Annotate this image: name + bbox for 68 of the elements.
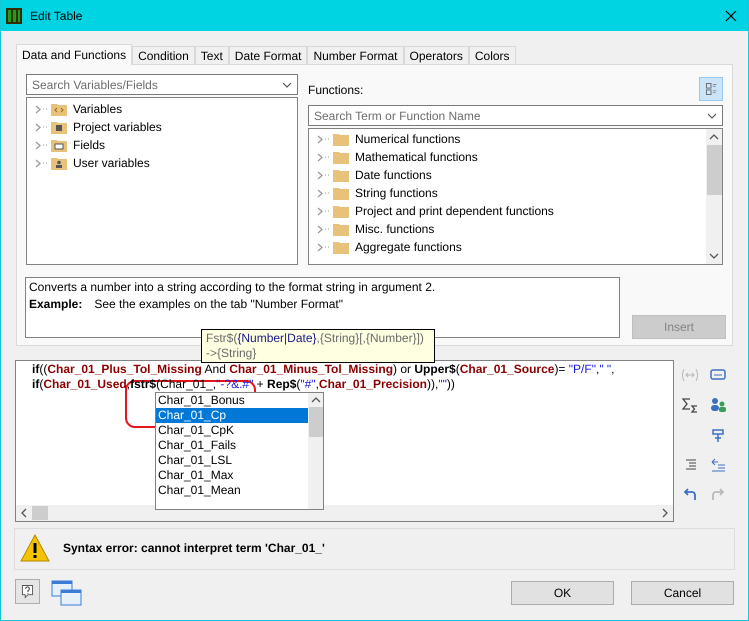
window-title: Edit Table (30, 8, 82, 24)
autocomplete-item[interactable]: Char_01_LSL (156, 453, 308, 468)
tree-item[interactable]: Variables (73, 100, 122, 118)
scroll-thumb[interactable] (706, 145, 722, 195)
folder-icon (333, 240, 349, 254)
users-icon[interactable] (708, 395, 728, 415)
folder-icon (51, 102, 67, 116)
scroll-up-icon[interactable] (709, 134, 719, 140)
tree-view-icon[interactable] (699, 77, 723, 101)
dialog-button[interactable]: OK (511, 581, 614, 605)
autocomplete-item[interactable]: Char_01_Bonus (156, 393, 308, 408)
error-message: Syntax error: cannot interpret term 'Char_01_' (63, 540, 325, 557)
folder-icon (333, 222, 349, 236)
tree-item[interactable]: Project and print dependent functions (355, 202, 554, 220)
autocomplete-list[interactable]: Char_01_Bonus Char_01_Cp Char_01_CpK Char_01_Fails Char_01_LSL Char_01_Max Char_01_Mean (155, 392, 324, 510)
folder-icon (333, 132, 349, 146)
dropdown-caret-icon[interactable] (282, 82, 292, 88)
tree-item[interactable]: Project variables (73, 118, 162, 136)
folder-icon (333, 186, 349, 200)
help-icon[interactable] (15, 579, 40, 604)
search-variables-field[interactable]: Search Variables/Fields (26, 74, 298, 95)
scrollbar[interactable] (308, 393, 323, 509)
folder-icon (51, 120, 67, 134)
tab[interactable]: Condition (132, 46, 195, 64)
autocomplete-item[interactable]: Char_01_Max (156, 468, 308, 483)
folder-icon (333, 150, 349, 164)
functions-label: Functions: (308, 82, 364, 99)
signature-tooltip: Fstr$({Number|Date},{String}[,{Number}]) ->{String} (201, 329, 435, 363)
tab[interactable]: Date Format (228, 46, 308, 64)
autocomplete-item[interactable]: Char_01_Mean (156, 483, 308, 498)
example-text: See the examples on the tab "Number Format" (94, 296, 344, 313)
warning-icon (19, 533, 51, 563)
tab[interactable]: Number Format (307, 46, 404, 64)
tree-item[interactable]: Aggregate functions (355, 238, 462, 256)
autocomplete-item[interactable]: Char_01_Fails (156, 438, 308, 453)
folder-icon (51, 156, 67, 170)
autocomplete-item[interactable]: Char_01_Cp (156, 408, 308, 423)
autocomplete-item[interactable]: Char_01_CpK (156, 423, 308, 438)
scroll-left-icon[interactable] (20, 508, 28, 518)
tab[interactable]: Data and Functions (16, 44, 132, 65)
dropdown-caret-icon[interactable] (707, 112, 717, 118)
tree-item[interactable]: Mathematical functions (355, 148, 478, 166)
tree-item[interactable]: Fields (73, 136, 106, 154)
folder-icon (333, 204, 349, 218)
folder-icon (333, 168, 349, 182)
folder-icon (51, 138, 67, 152)
tree-item[interactable]: String functions (355, 184, 438, 202)
code-line: if((Char_01_Plus_Tol_Missing And Char_01_Minus_Tol_Missing) or Upper$(Char_01_Source)= "P/F"," ", (32, 362, 616, 377)
scroll-down-icon[interactable] (709, 253, 719, 259)
dialog-button[interactable]: Cancel (631, 581, 734, 605)
horizontal-scrollbar[interactable] (16, 505, 673, 521)
tab[interactable]: Text (194, 46, 229, 64)
tree-item[interactable]: User variables (73, 154, 150, 172)
close-icon[interactable] (725, 10, 737, 22)
tab[interactable]: Operators (404, 46, 469, 64)
table-app-icon (6, 8, 22, 24)
search-functions-field[interactable]: Search Term or Function Name (308, 105, 723, 126)
example-label: Example: (29, 296, 82, 313)
scrollbar[interactable] (706, 129, 722, 264)
description-text: Converts a number into a string according to the format string in argument 2. (29, 279, 436, 296)
scroll-thumb[interactable] (308, 407, 322, 437)
tree-item[interactable]: Date functions (355, 166, 432, 184)
scroll-thumb[interactable] (32, 506, 48, 520)
scroll-up-icon[interactable] (310, 397, 320, 403)
tree-item[interactable]: Numerical functions (355, 130, 460, 148)
tree-item[interactable]: Misc. functions (355, 220, 434, 238)
scroll-right-icon[interactable] (661, 508, 669, 518)
tab[interactable]: Colors (468, 46, 516, 64)
